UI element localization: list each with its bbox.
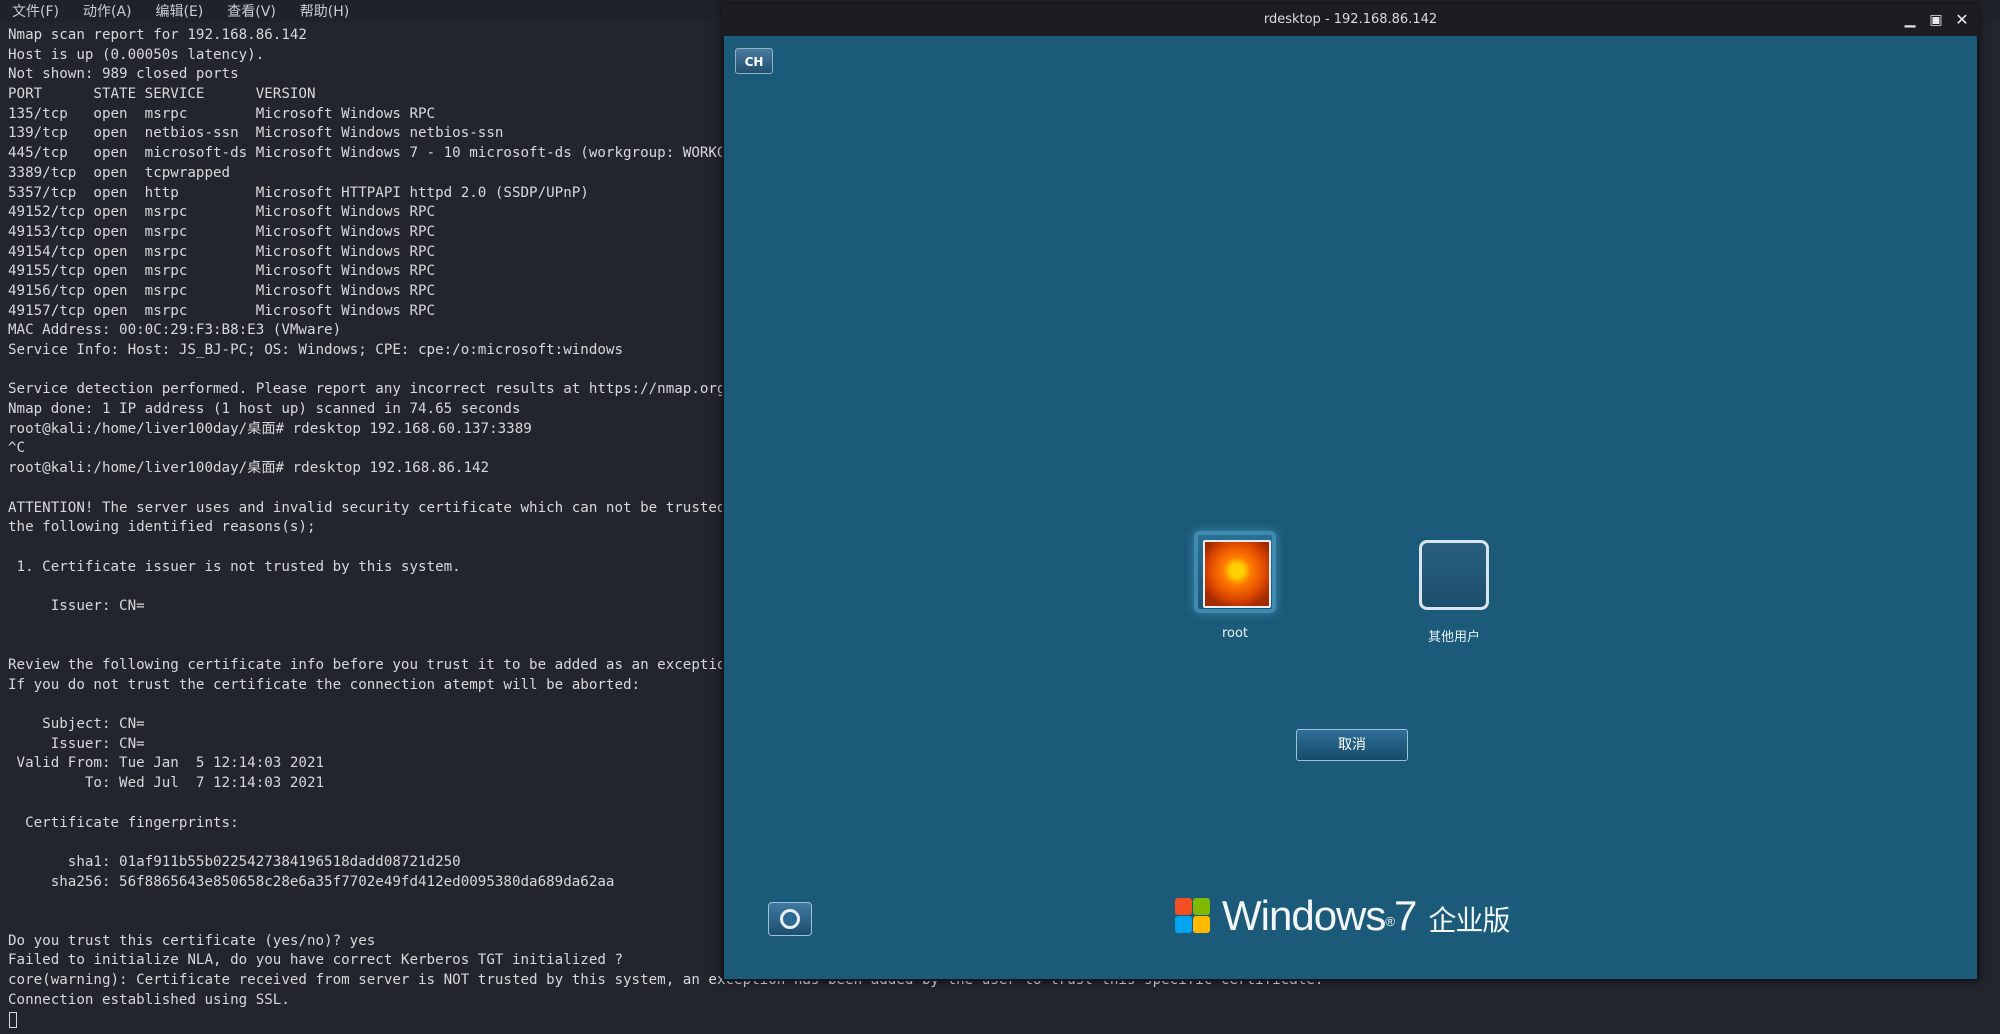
close-icon[interactable]: ✕: [1952, 10, 1972, 30]
rdesktop-titlebar[interactable]: rdesktop - 192.168.86.142 ▁ ▣ ✕: [722, 4, 1979, 36]
cancel-button[interactable]: 取消: [1296, 729, 1408, 761]
brand-version: 7: [1393, 892, 1417, 939]
rdesktop-window[interactable]: rdesktop - 192.168.86.142 ▁ ▣ ✕ CH root …: [722, 4, 1979, 981]
user-label-other[interactable]: 其他用户: [1404, 626, 1504, 645]
brand-name: Windows: [1222, 892, 1386, 939]
windows-branding: Windows®7 企业版: [1222, 892, 1510, 945]
remote-login-screen[interactable]: CH root 其他用户 取消 Windows®7 企业版: [724, 36, 1977, 979]
terminal-cursor: [9, 1012, 17, 1028]
windows-logo-icon: [1171, 894, 1215, 938]
user-tile-root[interactable]: [1194, 531, 1276, 613]
ease-of-access-button[interactable]: [768, 902, 812, 936]
flower-avatar-icon: [1203, 540, 1271, 608]
maximize-icon[interactable]: ▣: [1926, 10, 1946, 30]
input-language-button[interactable]: CH: [735, 48, 773, 74]
menu-help[interactable]: 帮助(H): [288, 1, 361, 21]
brand-edition: 企业版: [1428, 904, 1510, 937]
brand-registered-mark: ®: [1385, 914, 1395, 929]
menu-edit[interactable]: 编辑(E): [144, 1, 216, 21]
ease-of-access-icon: [780, 909, 800, 929]
user-label-root[interactable]: root: [1194, 626, 1276, 641]
minimize-icon[interactable]: ▁: [1900, 10, 1920, 30]
menu-action[interactable]: 动作(A): [71, 1, 144, 21]
terminal-line: Connection established using SSL.: [8, 991, 290, 1008]
window-title: rdesktop - 192.168.86.142: [1263, 12, 1438, 27]
menu-file[interactable]: 文件(F): [0, 1, 71, 21]
user-tile-other[interactable]: [1419, 540, 1489, 610]
menu-view[interactable]: 查看(V): [215, 1, 288, 21]
